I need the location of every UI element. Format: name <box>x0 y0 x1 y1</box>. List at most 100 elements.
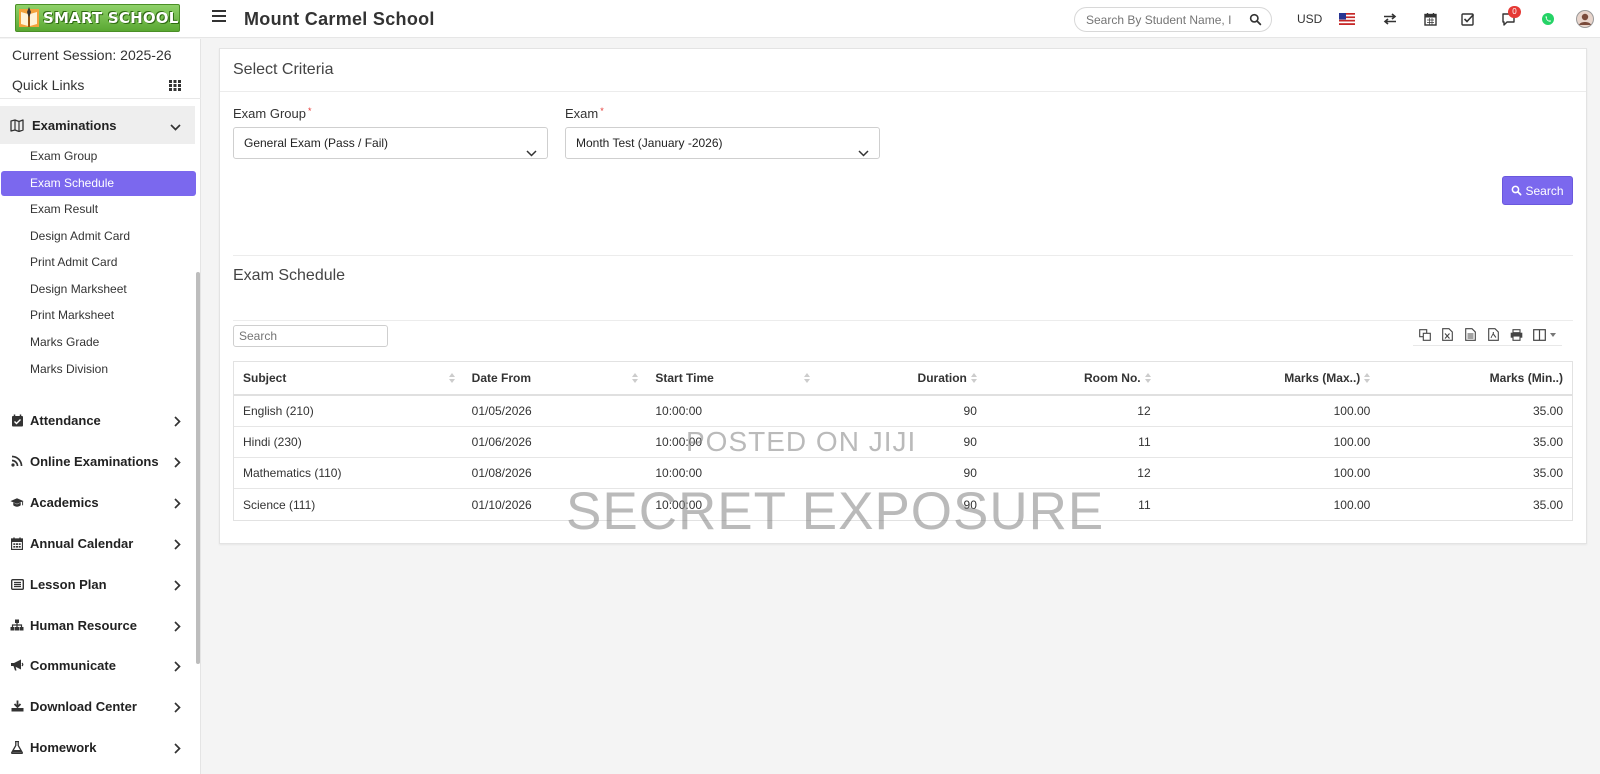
panel-title: Select Criteria <box>233 61 334 78</box>
current-session[interactable]: Current Session: 2025-26 <box>12 47 172 63</box>
sidebar-item-academics[interactable]: Academics <box>0 488 195 516</box>
sidebar-item-lesson-plan[interactable]: Lesson Plan <box>0 570 195 598</box>
column-header-room-no[interactable]: Room No. <box>986 362 1160 394</box>
exam-select[interactable]: Month Test (January -2026) <box>565 127 880 159</box>
cell-marks-min: 35.00 <box>1532 435 1564 449</box>
sidebar-scrollbar[interactable] <box>196 272 200 664</box>
chevron-down-icon <box>858 138 869 168</box>
chevron-right-icon <box>174 701 181 716</box>
exam-group-select[interactable]: General Exam (Pass / Fail) <box>233 127 548 159</box>
table-row: English (210) 01/05/2026 10:00:00 90 12 … <box>234 396 1572 427</box>
sidebar-item-human-resource[interactable]: Human Resource <box>0 611 195 639</box>
column-header-marks-min[interactable]: Marks (Min..) <box>1379 362 1572 394</box>
search-icon <box>1511 185 1522 196</box>
sidebar-item-online-examinations[interactable]: Online Examinations <box>0 447 195 475</box>
excel-file-icon[interactable] <box>1436 328 1459 341</box>
currency-selector[interactable]: USD <box>1297 12 1322 26</box>
column-header-marks-max[interactable]: Marks (Max..) <box>1160 362 1380 394</box>
cell-start-time: 10:00:00 <box>655 404 703 418</box>
sidebar-item-examinations[interactable]: Examinations <box>0 106 195 144</box>
search-button-label: Search <box>1525 183 1564 198</box>
exam-group-label: Exam Group * <box>233 106 312 121</box>
sidebar-item-label: Attendance <box>30 412 101 428</box>
cell-marks-max: 100.00 <box>1333 497 1371 512</box>
sidebar-subitem-print-marksheet[interactable]: Print Marksheet <box>1 303 196 328</box>
pdf-file-icon[interactable] <box>1482 328 1505 341</box>
print-icon[interactable] <box>1505 328 1528 341</box>
chevron-right-icon <box>174 579 181 594</box>
student-search-input[interactable] <box>1075 8 1235 31</box>
user-avatar[interactable] <box>1576 10 1594 28</box>
sidebar-item-label: Lesson Plan <box>30 576 107 592</box>
calendar-icon <box>10 537 24 550</box>
sidebar-subitem-marks-grade[interactable]: Marks Grade <box>1 330 196 355</box>
rss-icon <box>10 455 24 467</box>
sidebar-item-annual-calendar[interactable]: Annual Calendar <box>0 529 195 557</box>
exam-group-value: General Exam (Pass / Fail) <box>244 136 389 150</box>
sidebar-subitem-exam-result[interactable]: Exam Result <box>1 197 196 222</box>
table-search <box>233 325 388 347</box>
bullhorn-icon <box>10 659 24 671</box>
required-marker: * <box>307 106 312 116</box>
whatsapp-icon[interactable] <box>1539 10 1557 28</box>
map-icon <box>10 118 24 132</box>
search-icon[interactable] <box>1249 13 1262 29</box>
chevron-down-icon <box>526 138 537 168</box>
us-flag-icon[interactable] <box>1338 10 1356 28</box>
sidebar-subitem-print-admit-card[interactable]: Print Admit Card <box>1 250 196 275</box>
sidebar-subitem-design-marksheet[interactable]: Design Marksheet <box>1 277 196 302</box>
section-divider <box>233 255 1573 256</box>
sidebar-item-download-center[interactable]: Download Center <box>0 692 195 720</box>
hamburger-menu-icon[interactable] <box>212 10 226 22</box>
app-logo[interactable]: SMART SCHOOL <box>15 4 180 32</box>
sidebar-subitem-marks-division[interactable]: Marks Division <box>1 357 196 382</box>
sidebar-item-label: Human Resource <box>30 617 137 633</box>
sidebar-item-label: Annual Calendar <box>30 535 134 551</box>
table-search-input[interactable] <box>234 326 387 346</box>
panel-divider <box>220 91 1586 92</box>
chevron-down-icon <box>170 119 181 134</box>
cell-duration: 90 <box>963 404 977 418</box>
school-name: Mount Carmel School <box>244 9 435 29</box>
exchange-icon[interactable] <box>1381 10 1399 28</box>
cell-subject: Hindi (230) <box>243 435 302 449</box>
chevron-right-icon <box>174 620 181 635</box>
sidebar-item-label: Online Examinations <box>30 453 159 469</box>
grid-icon[interactable] <box>169 79 181 94</box>
watermark-text: SECRET EXPOSURE <box>566 482 1105 541</box>
column-header-date-from[interactable]: Date From <box>463 362 647 394</box>
csv-file-icon[interactable] <box>1459 328 1482 341</box>
download-icon <box>10 700 24 712</box>
copy-icon[interactable] <box>1413 328 1436 341</box>
exam-value: Month Test (January -2026) <box>576 136 723 150</box>
cell-date-from: 01/06/2026 <box>471 435 532 449</box>
sidebar-subitem-exam-schedule[interactable]: Exam Schedule <box>1 171 196 196</box>
sort-icon <box>632 373 639 383</box>
cell-room-no: 12 <box>1137 404 1151 418</box>
calendar-check-icon <box>10 414 24 427</box>
exam-schedule-title: Exam Schedule <box>233 267 346 284</box>
top-header: SMART SCHOOL Mount Carmel School USD 0 <box>0 0 1600 38</box>
sidebar-subitem-design-admit-card[interactable]: Design Admit Card <box>1 224 196 249</box>
column-visibility-icon[interactable] <box>1528 328 1562 341</box>
watermark-text: POSTED ON JIJI <box>686 426 917 457</box>
quick-links[interactable]: Quick Links <box>12 77 84 93</box>
column-header-subject[interactable]: Subject <box>234 362 463 394</box>
column-header-start-time[interactable]: Start Time <box>646 362 818 394</box>
cell-marks-min: 35.00 <box>1532 466 1564 480</box>
search-button[interactable]: Search <box>1502 176 1573 205</box>
cell-room-no: 11 <box>1138 435 1151 449</box>
sidebar-item-communicate[interactable]: Communicate <box>0 651 195 679</box>
cell-subject: Mathematics (110) <box>243 466 342 480</box>
column-header-duration[interactable]: Duration <box>818 362 986 394</box>
sidebar-item-label: Communicate <box>30 657 116 673</box>
sidebar-subitem-exam-group[interactable]: Exam Group <box>1 144 196 169</box>
sidebar-item-homework[interactable]: Homework <box>0 733 195 761</box>
task-checkbox-icon[interactable] <box>1459 10 1477 28</box>
calendar-icon[interactable] <box>1421 10 1439 28</box>
chevron-right-icon <box>174 742 181 757</box>
chevron-right-icon <box>174 456 181 471</box>
table-export-toolbar <box>1413 324 1562 346</box>
chevron-right-icon <box>174 660 181 675</box>
sidebar-item-attendance[interactable]: Attendance <box>0 406 195 434</box>
